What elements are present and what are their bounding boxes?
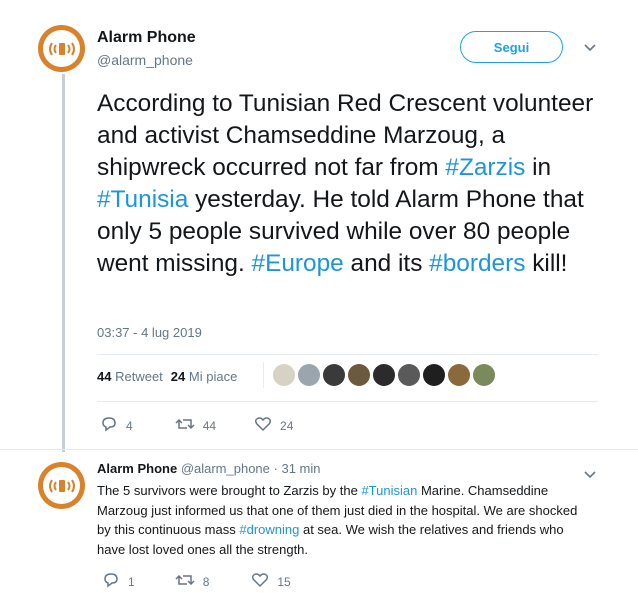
thread-line: [62, 74, 65, 452]
reply-author-name[interactable]: Alarm Phone: [97, 461, 177, 476]
retweet-button[interactable]: 44: [175, 416, 216, 435]
tweet-stats: 44 Retweet 24 Mi piace: [97, 369, 237, 384]
liker-avatar[interactable]: [323, 364, 345, 386]
hashtag-link[interactable]: #drowning: [239, 522, 299, 537]
tweet-text: According to Tunisian Red Crescent volun…: [97, 88, 597, 280]
hashtag-link[interactable]: #Zarzis: [445, 154, 525, 181]
divider: [0, 449, 638, 450]
liker-avatar[interactable]: [273, 364, 295, 386]
liker-avatar[interactable]: [298, 364, 320, 386]
reply-button[interactable]: 1: [102, 572, 135, 591]
author-avatar[interactable]: [38, 25, 85, 72]
hashtag-link[interactable]: #Europe: [252, 250, 344, 277]
liker-avatar[interactable]: [423, 364, 445, 386]
stats-divider: [263, 362, 264, 388]
reply-text: The 5 survivors were brought to Zarzis b…: [97, 481, 587, 559]
heart-icon: [251, 572, 269, 591]
liker-avatars: [273, 364, 495, 386]
reply-count: 1: [128, 574, 135, 589]
liker-avatar[interactable]: [473, 364, 495, 386]
heart-icon: [254, 416, 272, 435]
author-handle[interactable]: @alarm_phone: [97, 52, 193, 68]
hashtag-link[interactable]: #Tunisian: [361, 483, 417, 498]
hashtag-link[interactable]: #Tunisia: [97, 186, 188, 213]
retweet-button[interactable]: 8: [175, 572, 210, 591]
follow-button[interactable]: Segui: [460, 31, 563, 63]
phone-signal-icon: [43, 467, 80, 504]
text-segment: kill!: [525, 250, 568, 277]
liker-avatar[interactable]: [448, 364, 470, 386]
like-stat[interactable]: 24 Mi piace: [171, 369, 238, 384]
like-button[interactable]: 24: [254, 416, 293, 435]
like-button[interactable]: 15: [251, 572, 291, 591]
like-count: 15: [277, 574, 291, 589]
phone-signal-icon: [43, 30, 80, 67]
retweet-icon: [175, 416, 195, 435]
reply-icon: [100, 416, 118, 435]
reply-actions: 1 8 15: [102, 572, 291, 591]
text-segment: in: [525, 154, 552, 181]
like-count: 24: [280, 418, 294, 433]
divider: [97, 354, 598, 355]
text-segment: and its: [343, 250, 430, 277]
divider: [97, 401, 598, 402]
hashtag-link[interactable]: #borders: [429, 250, 525, 277]
reply-button[interactable]: 4: [100, 416, 133, 435]
tweet-actions: 4 44 24: [100, 416, 293, 435]
retweet-count: 8: [202, 574, 210, 589]
reply-time[interactable]: · 31 min: [274, 461, 321, 476]
reply-icon: [102, 572, 120, 591]
reply-author-avatar[interactable]: [38, 462, 85, 509]
tweet-timestamp[interactable]: 03:37 - 4 lug 2019: [97, 325, 202, 340]
liker-avatar[interactable]: [348, 364, 370, 386]
text-segment: The 5 survivors were brought to Zarzis b…: [97, 483, 362, 498]
retweet-stat[interactable]: 44 Retweet: [97, 369, 163, 384]
retweet-icon: [175, 572, 195, 591]
liker-avatar[interactable]: [373, 364, 395, 386]
reply-author-handle[interactable]: @alarm_phone: [181, 461, 270, 476]
liker-avatar[interactable]: [398, 364, 420, 386]
retweet-count: 44: [202, 418, 217, 433]
reply-header: Alarm Phone @alarm_phone · 31 min: [97, 461, 321, 476]
chevron-down-icon[interactable]: [584, 40, 596, 55]
author-name[interactable]: Alarm Phone: [97, 29, 196, 47]
reply-count: 4: [126, 418, 133, 433]
